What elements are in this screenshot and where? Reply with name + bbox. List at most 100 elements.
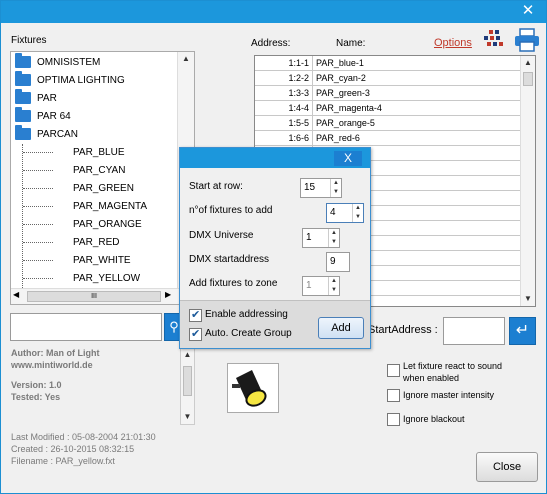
start-row-stepper[interactable]: 15 ▲ ▼ xyxy=(300,178,342,198)
row-address: 1:5-5 xyxy=(255,116,313,131)
scroll-up-icon[interactable]: ▲ xyxy=(521,56,535,70)
table-row[interactable]: 1:2-2 PAR_cyan-2 xyxy=(255,71,521,86)
name-header: Name: xyxy=(336,38,366,49)
par-can-icon xyxy=(232,370,267,407)
close-button[interactable]: Close xyxy=(476,452,538,482)
row-address: 1:3-3 xyxy=(255,86,313,101)
options-link[interactable]: Options xyxy=(434,37,472,49)
stepper-arrows-icon[interactable]: ▲ ▼ xyxy=(352,204,363,222)
fixture-preview-image xyxy=(227,363,279,413)
table-row[interactable]: 1:1-1 PAR_blue-1 xyxy=(255,56,521,71)
folder-icon xyxy=(15,71,31,87)
tree-item-label: PAR 64 xyxy=(37,111,71,122)
tree-item-par-green[interactable]: PAR_GREEN xyxy=(23,180,134,198)
website-text: www.mintiworld.de xyxy=(11,360,93,370)
scroll-left-icon[interactable]: ◀ xyxy=(13,290,19,299)
grid-layout-icon[interactable] xyxy=(483,29,505,51)
stepper-arrows-icon[interactable]: ▲ ▼ xyxy=(330,179,341,197)
row-name: PAR_red-6 xyxy=(316,133,360,143)
info-scroll-thumb[interactable] xyxy=(183,366,192,396)
tree-item-label: OMNISISTEM xyxy=(37,57,101,68)
ignore-master-checkbox[interactable] xyxy=(387,389,400,402)
tree-hscrollbar[interactable]: ◀ III ▶ xyxy=(11,288,194,304)
row-name: PAR_blue-1 xyxy=(316,58,364,68)
zone-label: Add fixtures to zone xyxy=(189,278,278,289)
tree-item-label: PAR_WHITE xyxy=(73,255,131,266)
tree-folder-par64[interactable]: PAR 64 xyxy=(15,107,71,126)
tree-folder-parcan[interactable]: PARCAN xyxy=(15,125,78,144)
ignore-blackout-label: Ignore blackout xyxy=(403,414,465,424)
table-row[interactable]: 1:3-3 PAR_green-3 xyxy=(255,86,521,101)
tree-item-label: PAR_GREEN xyxy=(73,183,134,194)
scroll-right-icon[interactable]: ▶ xyxy=(165,290,171,299)
scroll-up-icon[interactable]: ▲ xyxy=(178,52,194,66)
grid-vscrollbar[interactable]: ▲ ▼ xyxy=(520,56,535,306)
folder-icon xyxy=(15,53,31,69)
react-sound-checkbox[interactable] xyxy=(387,364,400,377)
table-row[interactable]: 1:6-6 PAR_red-6 xyxy=(255,131,521,146)
dialog-close-button[interactable]: X xyxy=(334,151,362,166)
tree-item-label: PAR_RED xyxy=(73,237,120,248)
zone-value: 1 xyxy=(306,280,312,291)
tree-item-par-cyan[interactable]: PAR_CYAN xyxy=(23,162,125,180)
enable-addressing-checkbox[interactable] xyxy=(189,308,202,322)
scroll-down-icon[interactable]: ▼ xyxy=(181,410,194,424)
info-vscrollbar[interactable]: ▲ ▼ xyxy=(180,347,195,425)
zone-stepper[interactable]: 1 ▲ ▼ xyxy=(302,276,340,296)
address-header: Address: xyxy=(251,38,291,49)
folder-icon xyxy=(15,125,31,141)
auto-group-checkbox[interactable] xyxy=(189,327,202,341)
fixture-search-input[interactable] xyxy=(10,313,162,341)
last-modified-text: Last Modified : 05-08-2004 21:01:30 xyxy=(11,432,156,442)
num-fixtures-stepper[interactable]: 4 ▲ ▼ xyxy=(326,203,364,223)
stepper-arrows-icon[interactable]: ▲ ▼ xyxy=(328,277,339,295)
folder-icon xyxy=(15,107,31,123)
ignore-blackout-checkbox[interactable] xyxy=(387,413,400,426)
enter-arrow-icon[interactable]: ↵ xyxy=(509,317,536,345)
print-icon[interactable] xyxy=(514,28,540,52)
folder-icon xyxy=(15,89,31,105)
scroll-up-icon[interactable]: ▲ xyxy=(181,348,194,362)
stepper-arrows-icon[interactable]: ▲ ▼ xyxy=(328,229,339,247)
fixture-window: ✕ Fixtures OMNISISTEM OPTIMA LIGHTING PA… xyxy=(0,0,547,494)
row-name: PAR_cyan-2 xyxy=(316,73,366,83)
table-row[interactable]: 1:5-5 PAR_orange-5 xyxy=(255,116,521,131)
tree-item-label: PAR_CYAN xyxy=(73,165,126,176)
tree-item-par-orange[interactable]: PAR_ORANGE xyxy=(23,216,142,234)
grid-scroll-thumb[interactable] xyxy=(523,72,533,86)
dmx-universe-label: DMX Universe xyxy=(189,230,254,241)
hscroll-thumb[interactable]: III xyxy=(27,291,161,302)
ignore-master-label: Ignore master intensity xyxy=(403,390,495,400)
row-name: PAR_orange-5 xyxy=(316,118,375,128)
tree-item-label: PAR_MAGENTA xyxy=(73,201,148,212)
dialog-bottom-panel: Enable addressing Auto. Create Group Add xyxy=(180,300,370,348)
window-close-icon[interactable]: ✕ xyxy=(514,1,542,21)
tree-item-par-magenta[interactable]: PAR_MAGENTA xyxy=(23,198,147,216)
filename-text: Filename : PAR_yellow.fxt xyxy=(11,456,115,466)
tree-item-par-blue[interactable]: PAR_BLUE xyxy=(23,144,125,162)
dmx-universe-stepper[interactable]: 1 ▲ ▼ xyxy=(302,228,340,248)
enable-addressing-label: Enable addressing xyxy=(205,309,288,320)
react-sound-label: Let fixture react to sound when enabled xyxy=(403,361,503,383)
fixtures-tree[interactable]: OMNISISTEM OPTIMA LIGHTING PAR PAR 64 PA… xyxy=(10,51,195,305)
start-address-label: StartAddress : xyxy=(368,324,438,336)
tree-item-par-yellow[interactable]: PAR_YELLOW xyxy=(23,270,140,288)
title-bar: ✕ xyxy=(1,1,546,23)
row-name: PAR_green-3 xyxy=(316,88,370,98)
dmx-universe-value: 1 xyxy=(306,232,312,243)
table-row[interactable]: 1:4-4 PAR_magenta-4 xyxy=(255,101,521,116)
start-address-input[interactable] xyxy=(443,317,505,345)
tree-folder-optima[interactable]: OPTIMA LIGHTING xyxy=(15,71,125,90)
tree-folder-par[interactable]: PAR xyxy=(15,89,57,108)
start-row-value: 15 xyxy=(304,182,316,193)
tested-text: Tested: Yes xyxy=(11,392,61,402)
scroll-down-icon[interactable]: ▼ xyxy=(521,292,535,306)
tree-item-par-white[interactable]: PAR_WHITE xyxy=(23,252,131,270)
dmx-start-field[interactable]: 9 xyxy=(326,252,350,272)
tree-item-par-red[interactable]: PAR_RED xyxy=(23,234,120,252)
tree-folder-omnisistem[interactable]: OMNISISTEM xyxy=(15,53,101,72)
start-row-label: Start at row: xyxy=(189,181,243,192)
version-text: Version: 1.0 xyxy=(11,380,62,390)
add-button[interactable]: Add xyxy=(318,317,364,339)
row-name: PAR_magenta-4 xyxy=(316,103,382,113)
